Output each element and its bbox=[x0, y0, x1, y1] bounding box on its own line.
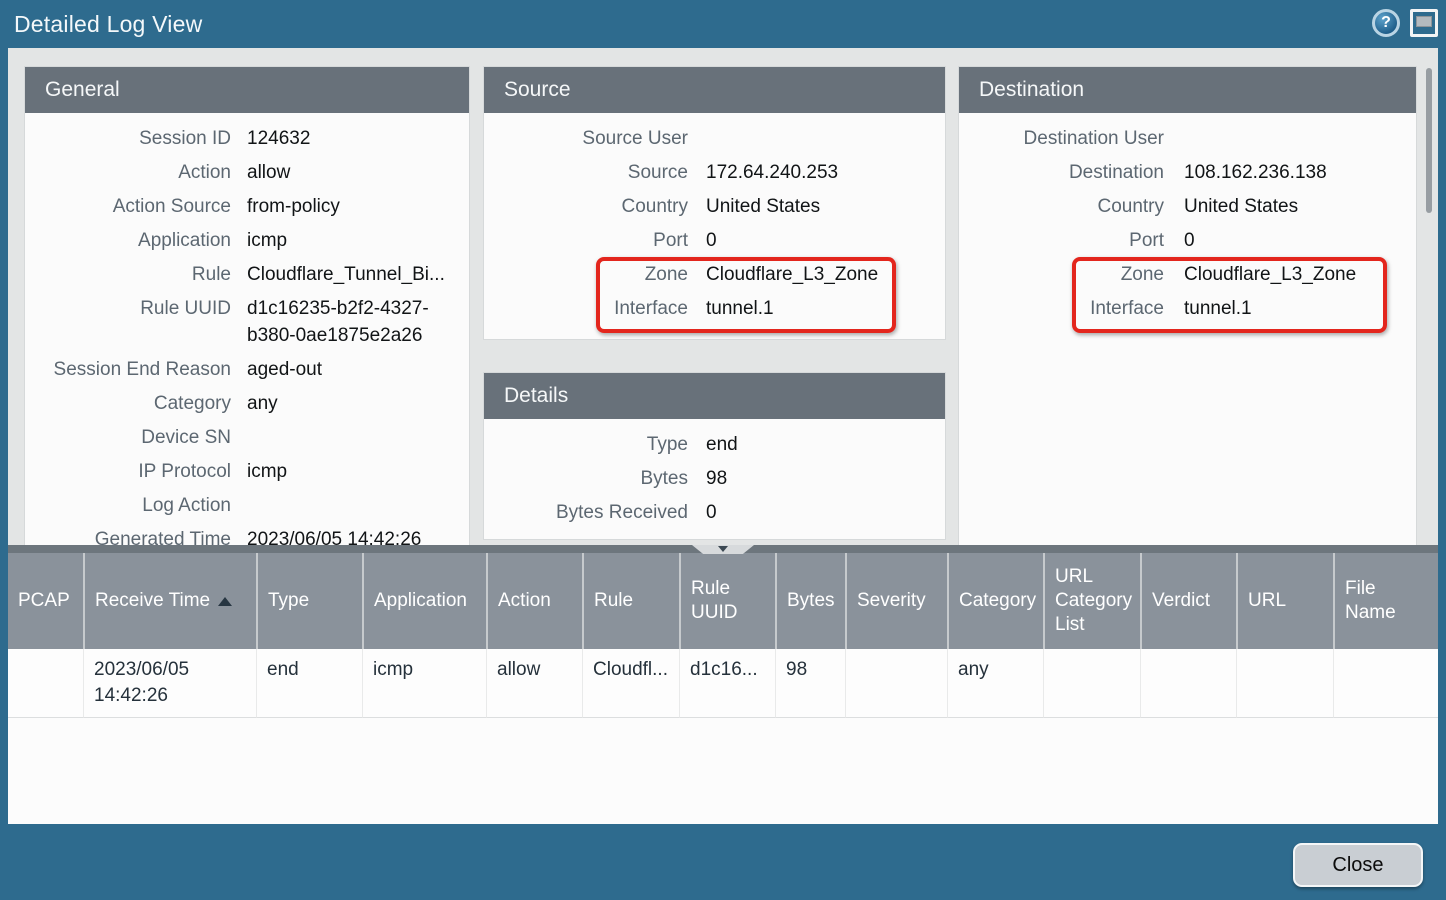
general-panel-body: Session ID124632 Actionallow Action Sour… bbox=[25, 113, 469, 545]
field-application: Applicationicmp bbox=[25, 227, 461, 254]
field-bytes-received: Bytes Received0 bbox=[484, 499, 937, 526]
cell-url-category-list bbox=[1043, 649, 1140, 718]
field-rule: RuleCloudflare_Tunnel_Bi... bbox=[25, 261, 461, 288]
field-bytes: Bytes98 bbox=[484, 465, 937, 492]
general-panel-header: General bbox=[25, 67, 469, 113]
cell-type: end bbox=[256, 649, 362, 718]
cell-rule: Cloudfl... bbox=[582, 649, 679, 718]
source-panel-header: Source bbox=[484, 67, 945, 113]
field-generated-time: Generated Time2023/06/05 14:42:26 bbox=[25, 526, 461, 545]
close-button[interactable]: Close bbox=[1293, 843, 1423, 887]
column-header-severity[interactable]: Severity bbox=[845, 553, 947, 649]
titlebar-icons: ? bbox=[1372, 9, 1438, 37]
details-panel: Details Typeend Bytes98 Bytes Received0 bbox=[483, 372, 946, 540]
field-type: Typeend bbox=[484, 431, 937, 458]
collapse-down-icon bbox=[718, 546, 728, 552]
log-table-header: PCAP Receive Time Type Application Actio… bbox=[8, 553, 1438, 649]
field-rule-uuid: Rule UUIDd1c16235-b2f2-4327-b380-0ae1875… bbox=[25, 295, 461, 349]
column-header-file-name[interactable]: File Name bbox=[1333, 553, 1438, 649]
cell-action: allow bbox=[486, 649, 582, 718]
field-destination-interface: Interfacetunnel.1 bbox=[959, 295, 1408, 322]
cell-severity bbox=[845, 649, 947, 718]
restore-window-icon[interactable] bbox=[1410, 9, 1438, 37]
column-header-bytes[interactable]: Bytes bbox=[775, 553, 845, 649]
field-device-sn: Device SN bbox=[25, 424, 461, 451]
destination-panel: Destination Destination User Destination… bbox=[958, 66, 1417, 545]
general-panel: General Session ID124632 Actionallow Act… bbox=[24, 66, 470, 545]
log-table-row[interactable]: 2023/06/05 14:42:26 end icmp allow Cloud… bbox=[8, 649, 1438, 718]
dialog-titlebar: Detailed Log View ? bbox=[0, 0, 1446, 48]
cell-file-name bbox=[1333, 649, 1438, 718]
field-session-id: Session ID124632 bbox=[25, 125, 461, 152]
field-category: Categoryany bbox=[25, 390, 461, 417]
field-source-country: CountryUnited States bbox=[484, 193, 937, 220]
source-panel-body: Source User Source172.64.240.253 Country… bbox=[484, 113, 945, 322]
dialog-footer: Close bbox=[0, 824, 1446, 900]
details-panel-header: Details bbox=[484, 373, 945, 419]
column-header-rule[interactable]: Rule bbox=[582, 553, 679, 649]
field-source-port: Port0 bbox=[484, 227, 937, 254]
log-table-area: PCAP Receive Time Type Application Actio… bbox=[8, 545, 1438, 824]
field-destination: Destination108.162.236.138 bbox=[959, 159, 1408, 186]
splitter-handle[interactable] bbox=[692, 545, 754, 554]
field-action-source: Action Sourcefrom-policy bbox=[25, 193, 461, 220]
column-header-rule-uuid[interactable]: Rule UUID bbox=[679, 553, 775, 649]
field-action: Actionallow bbox=[25, 159, 461, 186]
column-header-verdict[interactable]: Verdict bbox=[1140, 553, 1236, 649]
cell-pcap bbox=[8, 649, 83, 718]
cell-url bbox=[1236, 649, 1333, 718]
field-ip-protocol: IP Protocolicmp bbox=[25, 458, 461, 485]
help-icon[interactable]: ? bbox=[1372, 9, 1400, 37]
vertical-scrollbar-thumb[interactable] bbox=[1426, 68, 1432, 213]
column-header-url[interactable]: URL bbox=[1236, 553, 1333, 649]
field-source: Source172.64.240.253 bbox=[484, 159, 937, 186]
details-panel-body: Typeend Bytes98 Bytes Received0 bbox=[484, 419, 945, 526]
field-destination-user: Destination User bbox=[959, 125, 1408, 152]
column-header-action[interactable]: Action bbox=[486, 553, 582, 649]
destination-panel-header: Destination bbox=[959, 67, 1416, 113]
field-session-end-reason: Session End Reasonaged-out bbox=[25, 356, 461, 383]
source-panel: Source Source User Source172.64.240.253 … bbox=[483, 66, 946, 340]
column-header-receive-time[interactable]: Receive Time bbox=[83, 553, 256, 649]
column-header-pcap[interactable]: PCAP bbox=[8, 553, 83, 649]
sort-asc-icon bbox=[218, 597, 232, 606]
table-top-strip bbox=[8, 545, 1438, 553]
field-destination-port: Port0 bbox=[959, 227, 1408, 254]
column-header-application[interactable]: Application bbox=[362, 553, 486, 649]
cell-receive-time: 2023/06/05 14:42:26 bbox=[83, 649, 256, 718]
field-source-user: Source User bbox=[484, 125, 937, 152]
column-header-url-category-list[interactable]: URL Category List bbox=[1043, 553, 1140, 649]
cell-rule-uuid: d1c16... bbox=[679, 649, 775, 718]
cell-bytes: 98 bbox=[775, 649, 845, 718]
dialog-title: Detailed Log View bbox=[0, 11, 202, 38]
field-log-action: Log Action bbox=[25, 492, 461, 519]
field-destination-zone: ZoneCloudflare_L3_Zone bbox=[959, 261, 1408, 288]
cell-application: icmp bbox=[362, 649, 486, 718]
restore-inner-rect bbox=[1416, 16, 1432, 27]
cell-category: any bbox=[947, 649, 1043, 718]
log-detail-panels-area: General Session ID124632 Actionallow Act… bbox=[8, 48, 1438, 545]
field-destination-country: CountryUnited States bbox=[959, 193, 1408, 220]
destination-panel-body: Destination User Destination108.162.236.… bbox=[959, 113, 1416, 322]
cell-verdict bbox=[1140, 649, 1236, 718]
column-header-type[interactable]: Type bbox=[256, 553, 362, 649]
field-source-interface: Interfacetunnel.1 bbox=[484, 295, 937, 322]
field-source-zone: ZoneCloudflare_L3_Zone bbox=[484, 261, 937, 288]
column-header-category[interactable]: Category bbox=[947, 553, 1043, 649]
